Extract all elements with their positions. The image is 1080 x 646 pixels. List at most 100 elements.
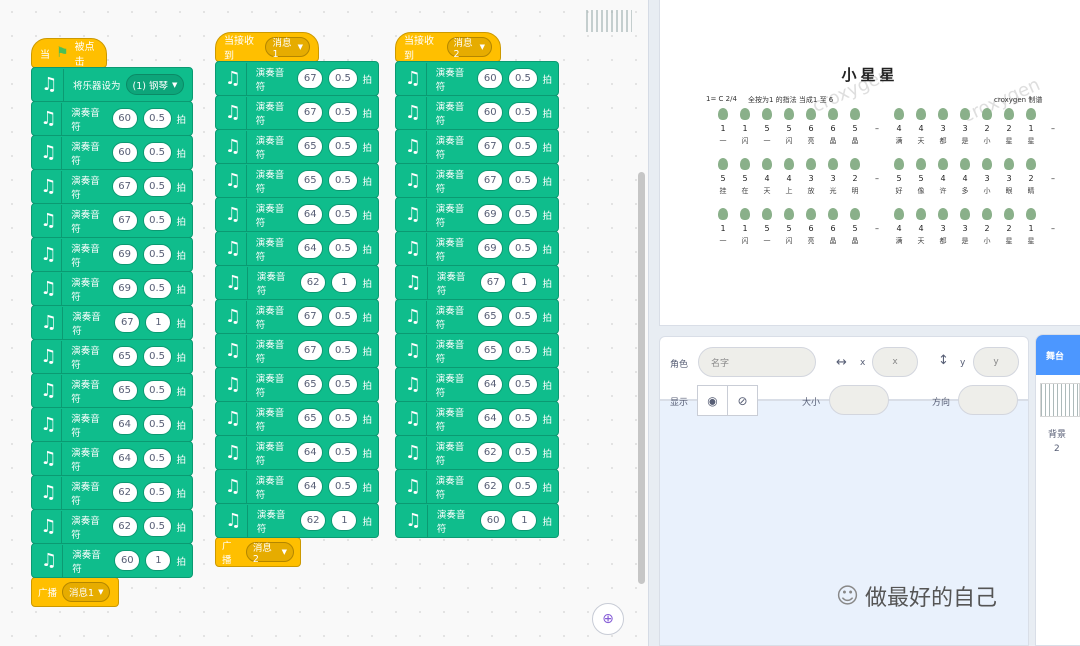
beats-input[interactable]: 0.5	[142, 414, 172, 435]
beats-input[interactable]: 0.5	[142, 516, 172, 537]
beats-input[interactable]: 0.5	[328, 442, 358, 463]
play-note-block[interactable]: ♫ 演奏音符 65 0.5 拍	[215, 401, 379, 436]
message-dropdown[interactable]: 消息1 ▼	[265, 37, 310, 60]
note-input[interactable]: 60	[477, 102, 504, 123]
when-receive-hat[interactable]: 当接收到 消息1 ▼	[215, 23, 319, 62]
play-note-block[interactable]: ♫ 演奏音符 69 0.5 拍	[31, 271, 193, 306]
note-input[interactable]: 65	[477, 340, 504, 361]
play-note-block[interactable]: ♫ 演奏音符 62 0.5 拍	[395, 435, 559, 470]
play-note-block[interactable]: ♫ 演奏音符 62 0.5 拍	[31, 475, 193, 510]
play-note-block[interactable]: ♫ 演奏音符 65 0.5 拍	[215, 163, 379, 198]
note-input[interactable]: 64	[111, 448, 138, 469]
size-input[interactable]	[829, 385, 889, 415]
beats-input[interactable]: 0.5	[142, 176, 172, 197]
beats-input[interactable]: 0.5	[142, 142, 172, 163]
play-note-block[interactable]: ♫ 演奏音符 67 0.5 拍	[215, 333, 379, 368]
note-input[interactable]: 67	[477, 170, 504, 191]
note-input[interactable]: 62	[299, 272, 327, 293]
note-input[interactable]: 65	[297, 374, 324, 395]
beats-input[interactable]: 0.5	[508, 238, 538, 259]
play-note-block[interactable]: ♫ 演奏音符 62 0.5 拍	[31, 509, 193, 544]
note-input[interactable]: 62	[477, 476, 504, 497]
beats-input[interactable]: 0.5	[508, 374, 538, 395]
play-note-block[interactable]: ♫ 演奏音符 60 0.5 拍	[395, 95, 559, 130]
beats-input[interactable]: 0.5	[508, 408, 538, 429]
x-input[interactable]: x	[872, 347, 918, 377]
set-instrument-block[interactable]: ♫ 将乐器设为 (1) 钢琴 ▼	[31, 67, 193, 102]
play-note-block[interactable]: ♫ 演奏音符 64 0.5 拍	[215, 469, 379, 504]
show-sprite-toggle[interactable]: ◉	[697, 385, 728, 416]
note-input[interactable]: 60	[111, 142, 138, 163]
beats-input[interactable]: 0.5	[142, 448, 172, 469]
play-note-block[interactable]: ♫ 演奏音符 67 1 拍	[395, 265, 559, 300]
note-input[interactable]: 60	[479, 510, 507, 531]
code-area[interactable]: 当 ⚑ 被点击 ♫ 将乐器设为 (1) 钢琴 ▼ ♫ 演奏音符 60 0.5 拍 ♫ 演奏音符…	[0, 0, 648, 646]
play-note-block[interactable]: ♫ 演奏音符 64 0.5 拍	[31, 407, 193, 442]
backdrop-thumbnail[interactable]	[1040, 383, 1080, 417]
play-note-block[interactable]: ♫ 演奏音符 65 0.5 拍	[215, 129, 379, 164]
beats-input[interactable]: 0.5	[508, 136, 538, 157]
play-note-block[interactable]: ♫ 演奏音符 67 0.5 拍	[31, 203, 193, 238]
play-note-block[interactable]: ♫ 演奏音符 60 1 拍	[395, 503, 559, 538]
vertical-scrollbar[interactable]	[638, 172, 645, 584]
note-input[interactable]: 67	[477, 136, 504, 157]
note-input[interactable]: 65	[297, 170, 324, 191]
play-note-block[interactable]: ♫ 演奏音符 65 0.5 拍	[31, 339, 193, 374]
note-input[interactable]: 62	[111, 516, 138, 537]
note-input[interactable]: 60	[477, 68, 504, 89]
message-dropdown[interactable]: 消息2 ▼	[446, 37, 492, 60]
beats-input[interactable]: 0.5	[142, 380, 172, 401]
note-input[interactable]: 64	[297, 476, 324, 497]
beats-input[interactable]: 0.5	[142, 210, 172, 231]
play-note-block[interactable]: ♫ 演奏音符 69 0.5 拍	[395, 231, 559, 266]
note-input[interactable]: 60	[111, 108, 138, 129]
note-input[interactable]: 60	[114, 550, 141, 571]
beats-input[interactable]: 0.5	[328, 136, 358, 157]
play-note-block[interactable]: ♫ 演奏音符 65 0.5 拍	[31, 373, 193, 408]
note-input[interactable]: 67	[297, 340, 324, 361]
beats-input[interactable]: 0.5	[142, 244, 172, 265]
play-note-block[interactable]: ♫ 演奏音符 60 0.5 拍	[395, 61, 559, 96]
broadcast-block[interactable]: 广播 消息1 ▼	[31, 577, 119, 607]
beats-input[interactable]: 0.5	[142, 346, 172, 367]
beats-input[interactable]: 0.5	[328, 306, 358, 327]
play-note-block[interactable]: ♫ 演奏音符 67 0.5 拍	[215, 95, 379, 130]
play-note-block[interactable]: ♫ 演奏音符 67 0.5 拍	[215, 299, 379, 334]
note-input[interactable]: 64	[111, 414, 138, 435]
note-input[interactable]: 62	[299, 510, 327, 531]
play-note-block[interactable]: ♫ 演奏音符 64 0.5 拍	[215, 231, 379, 266]
note-input[interactable]: 67	[297, 306, 324, 327]
play-note-block[interactable]: ♫ 演奏音符 64 0.5 拍	[215, 197, 379, 232]
play-note-block[interactable]: ♫ 演奏音符 62 0.5 拍	[395, 469, 559, 504]
beats-input[interactable]: 0.5	[328, 68, 358, 89]
note-input[interactable]: 65	[111, 380, 138, 401]
beats-input[interactable]: 0.5	[508, 442, 538, 463]
play-note-block[interactable]: ♫ 演奏音符 60 1 拍	[31, 543, 193, 578]
broadcast-dropdown[interactable]: 消息1 ▼	[62, 582, 111, 602]
beats-input[interactable]: 0.5	[142, 278, 172, 299]
note-input[interactable]: 67	[114, 312, 141, 333]
play-note-block[interactable]: ♫ 演奏音符 65 0.5 拍	[395, 299, 559, 334]
note-input[interactable]: 62	[477, 442, 504, 463]
beats-input[interactable]: 0.5	[508, 306, 538, 327]
beats-input[interactable]: 0.5	[328, 102, 358, 123]
note-input[interactable]: 69	[477, 204, 504, 225]
beats-input[interactable]: 0.5	[142, 482, 172, 503]
play-note-block[interactable]: ♫ 演奏音符 64 0.5 拍	[395, 401, 559, 436]
beats-input[interactable]: 1	[511, 510, 538, 531]
when-receive-hat[interactable]: 当接收到 消息2 ▼	[395, 23, 501, 62]
beats-input[interactable]: 0.5	[328, 340, 358, 361]
play-note-block[interactable]: ♫ 演奏音符 67 0.5 拍	[215, 61, 379, 96]
beats-input[interactable]: 0.5	[508, 340, 538, 361]
note-input[interactable]: 65	[297, 408, 324, 429]
beats-input[interactable]: 0.5	[328, 476, 358, 497]
script-receive-msg1[interactable]: 当接收到 消息1 ▼ ♫ 演奏音符 67 0.5 拍 ♫ 演奏音符 67 0.5 拍 ♫ 演奏音符 65 0…	[215, 23, 379, 567]
play-note-block[interactable]: ♫ 演奏音符 60 0.5 拍	[31, 135, 193, 170]
note-input[interactable]: 64	[297, 204, 324, 225]
note-input[interactable]: 67	[297, 68, 324, 89]
stage-selector[interactable]: 舞台 背景 2	[1035, 334, 1080, 646]
beats-input[interactable]: 0.5	[328, 238, 358, 259]
beats-input[interactable]: 0.5	[508, 204, 538, 225]
play-note-block[interactable]: ♫ 演奏音符 69 0.5 拍	[395, 197, 559, 232]
direction-input[interactable]	[958, 385, 1018, 415]
